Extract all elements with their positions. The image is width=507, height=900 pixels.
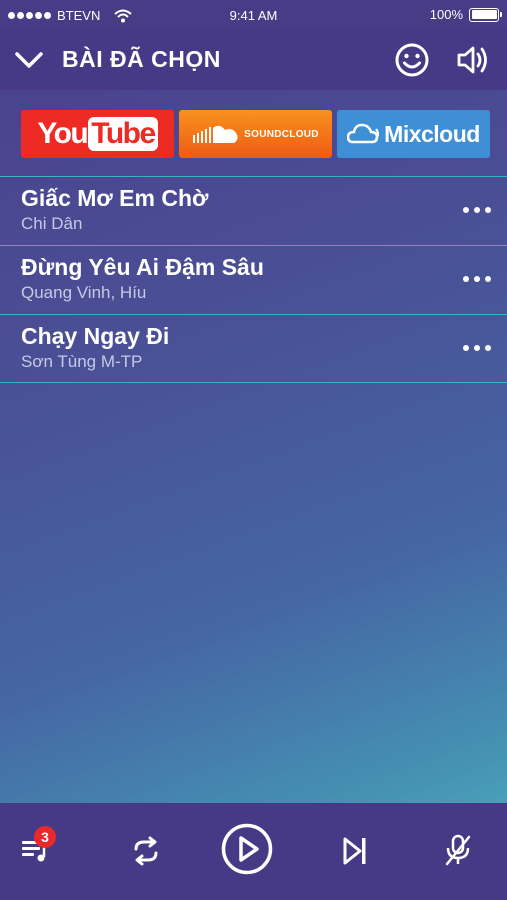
song-list: Giấc Mơ Em Chờ Chi Dân Đừng Yêu Ai Đậm S… — [0, 176, 507, 383]
header-bar: BÀI ĐÃ CHỌN — [0, 30, 507, 90]
skip-next-icon[interactable] — [340, 835, 370, 867]
status-right: 100% — [429, 7, 502, 22]
battery-icon — [469, 7, 502, 22]
soundcloud-button[interactable]: SOUNDCLOUD — [179, 110, 332, 158]
more-options-icon[interactable] — [463, 343, 491, 353]
soundcloud-logo: SOUNDCLOUD — [192, 123, 319, 145]
chevron-down-icon[interactable] — [14, 48, 44, 72]
page-title: BÀI ĐÃ CHỌN — [62, 46, 221, 72]
smile-icon[interactable] — [394, 42, 430, 78]
speaker-icon[interactable] — [456, 43, 492, 77]
list-item[interactable]: Giấc Mơ Em Chờ Chi Dân — [0, 176, 507, 245]
play-icon[interactable] — [221, 823, 273, 875]
more-options-icon[interactable] — [463, 274, 491, 284]
status-bar: BTEVN 9:41 AM 100% — [0, 0, 507, 30]
list-item[interactable]: Chạy Ngay Đi Sơn Tùng M-TP — [0, 314, 507, 383]
mixcloud-logo: Mixcloud — [347, 121, 480, 148]
mixcloud-cloud-icon — [347, 123, 380, 144]
song-artist: Sơn Tùng M-TP — [21, 352, 143, 371]
battery-percent: 100% — [429, 7, 463, 22]
repeat-icon[interactable] — [130, 835, 162, 867]
youtube-logo: You Tube — [37, 117, 158, 151]
mixcloud-button[interactable]: Mixcloud — [337, 110, 490, 158]
soundcloud-cloud-icon — [193, 125, 238, 143]
song-title: Chạy Ngay Đi — [21, 323, 170, 349]
queue-count-badge: 3 — [34, 826, 56, 848]
song-artist: Chi Dân — [21, 214, 83, 233]
song-title: Giấc Mơ Em Chờ — [21, 185, 209, 211]
song-title: Đừng Yêu Ai Đậm Sâu — [21, 254, 264, 280]
song-artist: Quang Vinh, Híu — [21, 283, 147, 302]
player-bar — [0, 803, 507, 900]
mic-off-icon[interactable] — [442, 833, 474, 867]
list-item[interactable]: Đừng Yêu Ai Đậm Sâu Quang Vinh, Híu — [0, 245, 507, 314]
more-options-icon[interactable] — [463, 205, 491, 215]
source-buttons: You Tube SOUNDCLOUD Mixcloud — [21, 110, 491, 158]
youtube-button[interactable]: You Tube — [21, 110, 174, 158]
